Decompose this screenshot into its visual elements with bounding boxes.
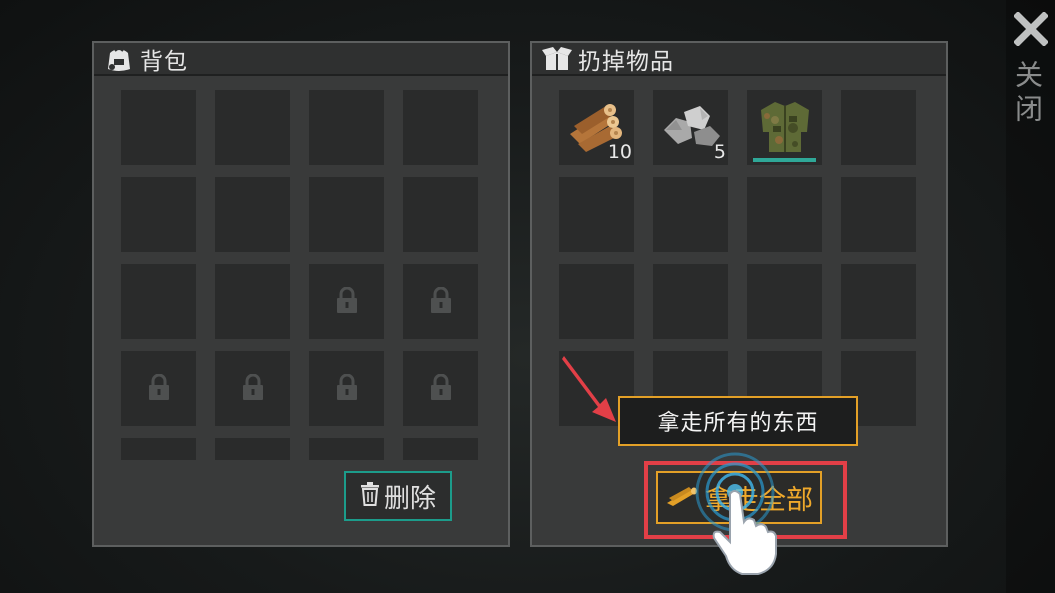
lock-icon <box>335 286 359 317</box>
lock-icon <box>429 286 453 317</box>
inventory-slot[interactable] <box>841 264 916 339</box>
item-slot-wood-logs[interactable]: 10 <box>559 90 634 165</box>
inventory-slot[interactable] <box>403 177 478 252</box>
inventory-slot[interactable] <box>215 90 290 165</box>
inventory-slot[interactable] <box>841 177 916 252</box>
item-count: 10 <box>607 141 632 163</box>
inventory-slot[interactable] <box>559 177 634 252</box>
backpack-panel: 背包 删除 <box>92 41 510 547</box>
dropped-items-header: 扔掉物品 <box>532 43 946 76</box>
locked-slot <box>309 351 384 426</box>
locked-slot <box>403 351 478 426</box>
jacket-icon <box>755 96 815 160</box>
close-label[interactable]: 关闭 <box>1007 60 1047 128</box>
durability-bar <box>753 158 816 162</box>
tutorial-tooltip: 拿走所有的东西 <box>618 396 858 446</box>
inventory-slot[interactable] <box>653 264 728 339</box>
dropped-items-title: 扔掉物品 <box>578 48 674 75</box>
inventory-slot[interactable] <box>559 264 634 339</box>
lock-icon <box>147 373 171 404</box>
locked-slot <box>215 351 290 426</box>
backpack-header: 背包 <box>94 43 508 76</box>
inventory-slot[interactable] <box>121 438 196 460</box>
item-slot-camo-jacket[interactable] <box>747 90 822 165</box>
locked-slot <box>309 264 384 339</box>
inventory-slot[interactable] <box>747 264 822 339</box>
inventory-slot[interactable] <box>215 264 290 339</box>
tutorial-tooltip-text: 拿走所有的东西 <box>657 411 819 436</box>
pointing-hand-icon <box>695 452 777 575</box>
lock-icon <box>241 373 265 404</box>
inventory-slot[interactable] <box>403 438 478 460</box>
inventory-slot[interactable] <box>309 438 384 460</box>
item-slot-stones[interactable]: 5 <box>653 90 728 165</box>
open-box-icon <box>540 44 574 74</box>
backpack-title: 背包 <box>140 48 188 75</box>
inventory-slot[interactable] <box>121 90 196 165</box>
locked-slot <box>121 351 196 426</box>
delete-label: 删除 <box>383 483 436 514</box>
inventory-slot[interactable] <box>841 90 916 165</box>
inventory-slot[interactable] <box>403 90 478 165</box>
inventory-slot[interactable] <box>747 177 822 252</box>
delete-button[interactable]: 删除 <box>344 471 452 521</box>
inventory-slot[interactable] <box>121 264 196 339</box>
red-arrow-icon <box>562 356 616 422</box>
lock-icon <box>335 373 359 404</box>
backpack-icon <box>102 44 136 74</box>
close-x-icon <box>1013 11 1049 47</box>
inventory-slot[interactable] <box>309 177 384 252</box>
inventory-slot[interactable] <box>121 177 196 252</box>
inventory-slot[interactable] <box>653 177 728 252</box>
lock-icon <box>429 373 453 404</box>
trash-icon <box>360 482 380 510</box>
inventory-slot[interactable] <box>215 177 290 252</box>
item-count: 5 <box>713 141 726 163</box>
locked-slot <box>403 264 478 339</box>
inventory-slot[interactable] <box>309 90 384 165</box>
inventory-slot[interactable] <box>215 438 290 460</box>
game-screen: 背包 删除 扔掉物品 10 5 拿走全部 拿走所有的东西 关闭 <box>0 0 1055 593</box>
close-button[interactable] <box>1013 11 1049 48</box>
